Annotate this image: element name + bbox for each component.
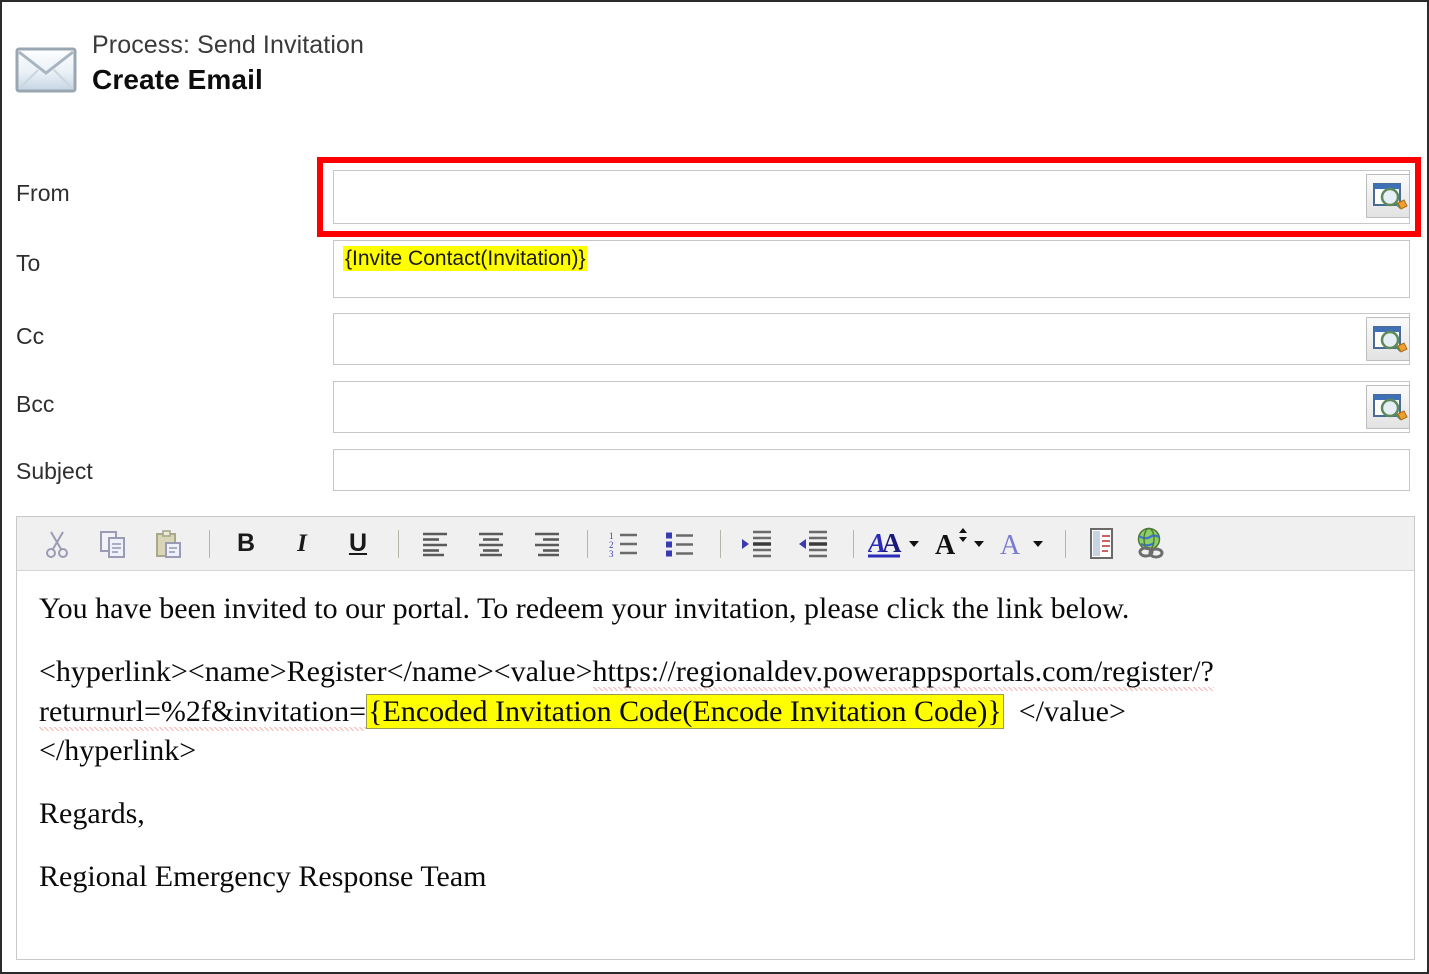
to-input[interactable]: {Invite Contact(Invitation)}: [333, 240, 1410, 298]
from-lookup-button[interactable]: [1366, 174, 1410, 218]
font-color-caret: [1033, 540, 1043, 547]
font-name-icon[interactable]: A A: [868, 522, 919, 566]
from-input[interactable]: [333, 170, 1410, 224]
numbered-list-icon[interactable]: 1 2 3: [602, 522, 646, 566]
svg-text:A: A: [1000, 530, 1021, 561]
hyperlink-url-part1: https://regionaldev.powerappsportals.com…: [592, 655, 1214, 692]
font-size-icon[interactable]: A: [935, 522, 984, 566]
header-text-block: Process: Send Invitation Create Email: [92, 30, 364, 99]
hyperlink-close-tag: </hyperlink>: [39, 733, 197, 767]
decrease-indent-icon[interactable]: [791, 522, 835, 566]
body-intro-paragraph: You have been invited to our portal. To …: [39, 592, 1130, 625]
bcc-lookup-button[interactable]: [1366, 385, 1410, 429]
cc-lookup-button[interactable]: [1366, 317, 1410, 361]
body-regards: Regards,: [39, 797, 145, 831]
svg-text:A: A: [882, 528, 902, 558]
envelope-icon: [14, 44, 80, 96]
create-email-dialog: Process: Send Invitation Create Email Fr…: [0, 0, 1429, 974]
editor-toolbar: B I U 1 2 3 A A A A: [17, 517, 1414, 571]
toolbar-separator: [1065, 529, 1066, 558]
page-title: Create Email: [92, 64, 263, 96]
underline-label: U: [348, 529, 368, 557]
font-name-caret: [909, 540, 919, 547]
italic-label: I: [297, 529, 307, 557]
body-hyperlink-paragraph: <hyperlink><name>Register</name><value>h…: [39, 652, 1392, 770]
subject-input[interactable]: [333, 449, 1410, 491]
paste-icon[interactable]: [147, 522, 191, 566]
toolbar-separator: [209, 529, 210, 558]
svg-text:A: A: [935, 530, 956, 561]
source-document-icon[interactable]: [1080, 522, 1124, 566]
svg-text:3: 3: [609, 549, 614, 557]
align-right-icon[interactable]: [525, 522, 569, 566]
bulleted-list-icon[interactable]: [658, 522, 702, 566]
bcc-label: Bcc: [16, 391, 55, 417]
hyperlink-open-tag: <hyperlink><name>Register</name><value>: [39, 655, 593, 689]
process-label: Process: Send Invitation: [92, 31, 364, 59]
toolbar-separator: [720, 529, 721, 558]
encoded-invitation-code-token: {Encoded Invitation Code(Encode Invitati…: [366, 693, 1004, 729]
dialog-header: Process: Send Invitation Create Email: [2, 2, 1427, 130]
cc-label: Cc: [16, 323, 45, 349]
align-left-icon[interactable]: [413, 522, 457, 566]
font-color-icon[interactable]: A: [1000, 522, 1043, 566]
value-close-tag: </value>: [1018, 694, 1126, 728]
body-signature: Regional Emergency Response Team: [39, 860, 487, 894]
insert-hyperlink-icon[interactable]: [1128, 522, 1172, 566]
to-value-wrap: {Invite Contact(Invitation)}: [343, 246, 588, 271]
font-size-caret: [974, 540, 984, 547]
bcc-input[interactable]: [333, 381, 1410, 433]
toolbar-separator: [398, 529, 399, 558]
bold-label: B: [236, 529, 256, 557]
copy-icon[interactable]: [91, 522, 135, 566]
email-body-editor: B I U 1 2 3 A A A A You have been invite…: [16, 516, 1415, 960]
increase-indent-icon[interactable]: [735, 522, 779, 566]
from-label: From: [16, 180, 70, 206]
cut-icon[interactable]: [35, 522, 79, 566]
cc-input[interactable]: [333, 313, 1410, 365]
italic-icon[interactable]: I: [280, 522, 324, 566]
subject-label: Subject: [16, 458, 93, 484]
to-label: To: [16, 250, 41, 276]
toolbar-separator: [853, 529, 854, 558]
toolbar-separator: [587, 529, 588, 558]
align-center-icon[interactable]: [469, 522, 513, 566]
to-value-token: {Invite Contact(Invitation)}: [343, 246, 588, 271]
hyperlink-url-part2: returnurl=%2f&invitation=: [39, 694, 367, 731]
bold-icon[interactable]: B: [224, 522, 268, 566]
email-body-content[interactable]: You have been invited to our portal. To …: [17, 571, 1414, 897]
underline-icon[interactable]: U: [336, 522, 380, 566]
